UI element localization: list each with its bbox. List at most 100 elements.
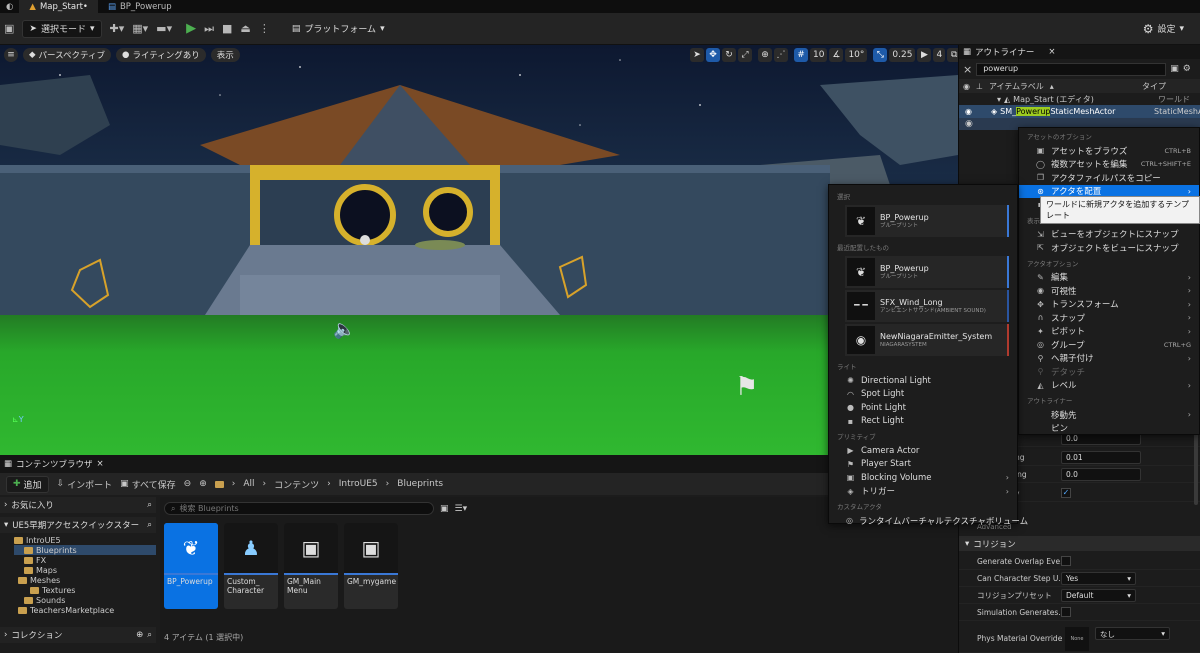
menu-pin[interactable]: ピン [1019, 422, 1199, 436]
play-icon[interactable]: ▶ [186, 21, 196, 36]
save-icon[interactable]: ▣ [4, 22, 14, 35]
collections-header[interactable]: › コレクション ⊕ ⌕ [0, 627, 156, 643]
stop-icon[interactable]: ■ [222, 22, 232, 35]
menu-copy-path[interactable]: ❐ アクタファイルパスをコピー [1019, 171, 1199, 185]
menu-visibility[interactable]: ◉ 可視性 › [1019, 284, 1199, 298]
search-icon[interactable]: ⌕ [147, 630, 152, 640]
history-forward-icon[interactable]: ⊕ [199, 479, 207, 489]
eject-icon[interactable]: ⏏ [240, 22, 250, 35]
add-collection-icon[interactable]: ⊕ [136, 630, 143, 640]
camera-speed-value[interactable]: 4 [933, 48, 946, 62]
menu-edit[interactable]: ✎ 編集 › [1019, 271, 1199, 285]
save-search-icon[interactable]: ▣ [440, 504, 449, 514]
hamburger-icon[interactable]: ≡ [4, 48, 18, 62]
collision-preset-select[interactable]: Default ▾ [1061, 588, 1136, 602]
submenu-camera-actor[interactable]: ▶ Camera Actor [829, 444, 1017, 458]
close-icon[interactable]: × [1048, 47, 1055, 57]
ue-logo-icon[interactable]: ◐ [0, 0, 19, 13]
menu-pivot[interactable]: ✦ ピボット › [1019, 325, 1199, 339]
breadcrumb-introue5[interactable]: IntroUE5 [339, 479, 378, 489]
folder-add-icon[interactable]: ▣ [1170, 64, 1179, 74]
submenu-asset-recent[interactable]: ━ ━ SFX_Wind_Long アンビエントサウンド(AMBIENT SOUND… [845, 290, 1009, 322]
cinematics-icon[interactable]: ▬▾ [156, 22, 172, 35]
tree-item-textures[interactable]: Textures [14, 585, 156, 595]
outliner-search-input[interactable]: powerup [976, 62, 1167, 76]
scale-snap-icon[interactable]: ⤡ [873, 48, 888, 62]
close-icon[interactable]: × [97, 459, 104, 469]
tab-level[interactable]: ▲ Map_Start• [19, 0, 98, 13]
checkbox[interactable] [1061, 556, 1071, 566]
submenu-blocking-volume[interactable]: ▣ Blocking Volume › [829, 471, 1017, 485]
add-actor-icon[interactable]: ✚▾ [110, 22, 125, 35]
menu-transform[interactable]: ✥ トランスフォーム › [1019, 298, 1199, 312]
tab-content-browser[interactable]: ▦ コンテンツブラウザ × [4, 458, 104, 470]
platform-dropdown[interactable]: ▤ プラットフォーム ▾ [286, 20, 391, 38]
checkbox-checked[interactable]: ✓ [1061, 488, 1071, 498]
filter-icon[interactable]: ☰▾ [455, 504, 468, 514]
submenu-asset-recent[interactable]: ❦ BP_Powerup ブループリント [845, 256, 1009, 288]
move-tool-icon[interactable]: ✥ [706, 48, 720, 62]
menu-snap[interactable]: ∩ スナップ › [1019, 311, 1199, 325]
submenu-player-start[interactable]: ⚑ Player Start [829, 458, 1017, 472]
perspective-button[interactable]: ◆ パースペクティブ [23, 48, 112, 62]
material-thumbnail[interactable]: None [1065, 626, 1089, 651]
collision-header[interactable]: ▾ コリジョン [959, 536, 1200, 551]
grid-snap-value[interactable]: 10 [810, 48, 828, 62]
menu-snap-view[interactable]: ⇲ ビューをオブジェクトにスナップ [1019, 228, 1199, 242]
add-button[interactable]: ✚ 追加 [6, 475, 49, 493]
col-item-label[interactable]: アイテムラベル [989, 81, 1044, 92]
menu-attach[interactable]: ⚲ へ親子付け › [1019, 352, 1199, 366]
tab-blueprint[interactable]: ▤ BP_Powerup [98, 0, 182, 13]
detail-value[interactable]: 0.0 [1061, 467, 1141, 481]
outliner-tab-label[interactable]: アウトライナー [975, 46, 1034, 58]
eye-icon[interactable]: ◉ [965, 107, 972, 116]
breadcrumb-content[interactable]: コンテンツ [274, 478, 319, 491]
camera-speed-icon[interactable]: ▶ [917, 48, 932, 62]
maximize-icon[interactable]: ⧉ [947, 48, 958, 62]
show-button[interactable]: 表示 [210, 48, 240, 62]
phys-material-select[interactable]: なし ▾ [1095, 627, 1170, 640]
breadcrumb-blueprints[interactable]: Blueprints [397, 479, 443, 489]
settings-button[interactable]: ⚙ 設定 ▾ [1137, 20, 1190, 38]
detail-value[interactable]: 0.01 [1061, 450, 1141, 464]
favorites-header[interactable]: › お気に入り ⌕ [0, 497, 156, 513]
clear-search-icon[interactable]: × [963, 63, 972, 76]
tree-item-fx[interactable]: FX [14, 555, 156, 565]
world-space-icon[interactable]: ⊕ [758, 48, 772, 62]
submenu-directional-light[interactable]: ✺ Directional Light [829, 374, 1017, 388]
rotation-snap-value[interactable]: 10° [845, 48, 868, 62]
rotate-tool-icon[interactable]: ↻ [722, 48, 736, 62]
save-all-button[interactable]: ▣ すべて保存 [120, 478, 176, 491]
menu-edit-multiple[interactable]: ◯ 複数アセットを編集 CTRL+SHIFT+E [1019, 158, 1199, 172]
asset-tile[interactable]: ▣ GM_Main Menu [284, 523, 338, 609]
lighting-button[interactable]: ● ライティングあり [116, 48, 206, 62]
menu-move-to[interactable]: 移動先 › [1019, 408, 1199, 422]
gear-icon[interactable]: ⚙ [1183, 64, 1191, 74]
eye-icon[interactable]: ◉ [965, 119, 973, 129]
grid-snap-icon[interactable]: # [794, 48, 808, 62]
import-button[interactable]: ⇩ インポート [57, 478, 113, 491]
tree-item-introue5[interactable]: IntroUE5 [14, 535, 156, 545]
play-options-icon[interactable]: ⋮ [259, 22, 270, 35]
search-icon[interactable]: ⌕ [147, 500, 152, 510]
search-icon[interactable]: ⌕ [147, 520, 152, 530]
scale-tool-icon[interactable]: ⤢ [738, 48, 752, 62]
menu-level[interactable]: ◭ レベル › [1019, 379, 1199, 393]
step-icon[interactable]: ⏭ [204, 22, 214, 36]
submenu-point-light[interactable]: ● Point Light [829, 401, 1017, 415]
select-mode-dropdown[interactable]: ➤ 選択モード ▾ [22, 19, 102, 38]
menu-group[interactable]: ◎ グループ CTRL+G [1019, 338, 1199, 352]
breadcrumb-all[interactable]: All [243, 479, 254, 489]
submenu-asset-selected[interactable]: ❦ BP_Powerup ブループリント [845, 205, 1009, 237]
asset-tile[interactable]: ♟ Custom_ Character [224, 523, 278, 609]
asset-tile[interactable]: ❦ BP_Powerup [164, 523, 218, 609]
select-tool-icon[interactable]: ➤ [690, 48, 704, 62]
scale-snap-value[interactable]: 0.25 [889, 48, 916, 62]
submenu-asset-recent[interactable]: ◉ NewNiagaraEmitter_System NIAGARASYSTEM [845, 324, 1009, 356]
level-viewport[interactable]: 🔈 ⚑ ⊾Y ≡ ◆ パースペクティブ ● ライティングあり 表示 ➤ ✥ ↻ ⤢ … [0, 45, 958, 455]
history-back-icon[interactable]: ⊖ [184, 479, 192, 489]
tree-item-sounds[interactable]: Sounds [14, 595, 156, 605]
outliner-row-powerup[interactable]: ◉ ◈ SM_PowerupStaticMeshActor StaticMeshA… [959, 105, 1200, 118]
scrollbar[interactable] [1194, 425, 1198, 505]
menu-browse-asset[interactable]: ▣ アセットをブラウズ CTRL+B [1019, 144, 1199, 158]
